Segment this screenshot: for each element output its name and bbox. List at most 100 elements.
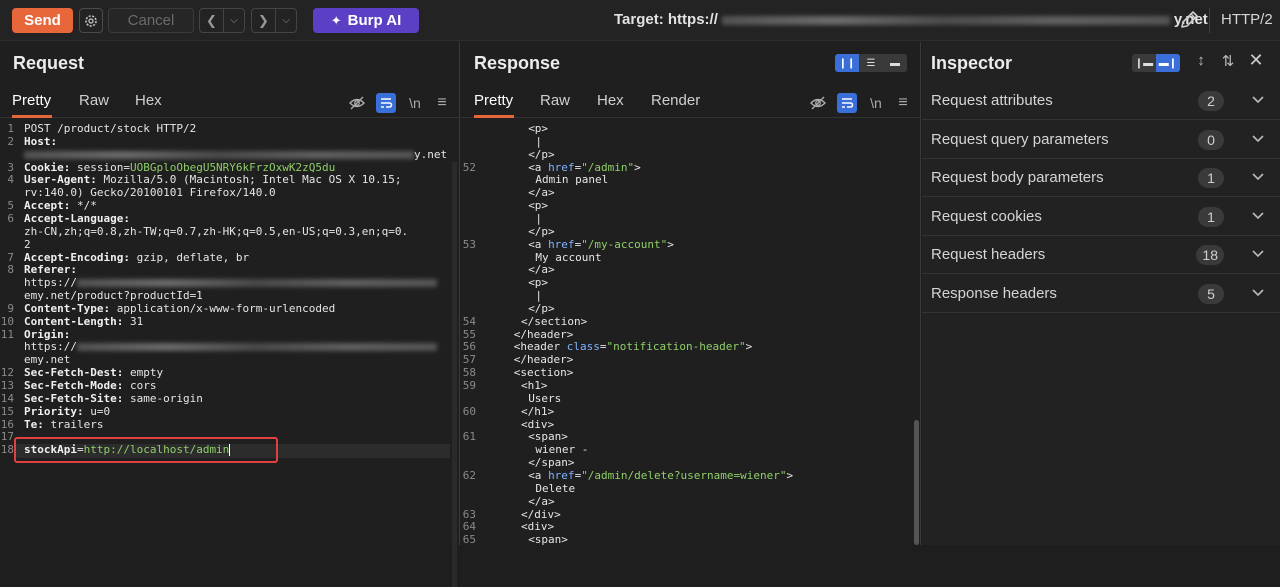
- line-number: 53: [461, 239, 476, 252]
- line-number: 9: [0, 303, 14, 316]
- line-number: 14: [0, 393, 14, 406]
- response-tab-render[interactable]: Render: [651, 92, 700, 118]
- section-label: Request body parameters: [931, 169, 1104, 186]
- show-newlines-toggle[interactable]: \n: [405, 93, 425, 113]
- inspector-layout-left-icon[interactable]: ❙▬: [1132, 54, 1156, 72]
- hide-nonprintable-eye-off-icon[interactable]: [808, 93, 828, 113]
- html-attribute-value: "/admin/delete?username=wiener": [581, 469, 786, 482]
- header-name: Content-Type:: [24, 302, 110, 315]
- header-name: Cookie:: [24, 161, 70, 174]
- close-inspector-icon[interactable]: ✕: [1246, 50, 1266, 70]
- inspector-section-request-attributes[interactable]: Request attributes2: [922, 82, 1280, 120]
- header-value: 31: [123, 315, 143, 328]
- back-arrow-icon[interactable]: ❮: [200, 9, 224, 32]
- line-number: 59: [461, 380, 476, 393]
- chevron-down-icon[interactable]: [1250, 168, 1266, 184]
- chevron-down-icon[interactable]: [1250, 207, 1266, 223]
- header-value: emy.net/product?productId=1: [24, 289, 203, 302]
- request-tab-hex[interactable]: Hex: [135, 92, 162, 118]
- html-token: Admin panel: [535, 173, 608, 186]
- inspector-section-request-query-parameters[interactable]: Request query parameters0: [922, 121, 1280, 159]
- protocol-selector[interactable]: HTTP/2: [1221, 11, 1273, 28]
- wrap-lines-icon[interactable]: [376, 93, 396, 113]
- html-attribute-value: "notification-header": [607, 340, 746, 353]
- html-token: |: [535, 289, 542, 302]
- menu-icon[interactable]: ≡: [893, 93, 913, 113]
- cancel-button[interactable]: Cancel: [108, 8, 194, 33]
- section-count-badge: 1: [1198, 207, 1224, 227]
- line-number: 11: [0, 329, 14, 342]
- layout-tabs-icon[interactable]: ▬: [883, 54, 907, 72]
- request-editor[interactable]: 1POST /product/stock HTTP/22Host:y.net3C…: [0, 120, 459, 545]
- header-value: https://: [24, 276, 77, 289]
- inspector-layout-right-icon[interactable]: ▬❙: [1156, 54, 1180, 72]
- section-count-badge: 0: [1198, 130, 1224, 150]
- chevron-down-icon[interactable]: [1250, 284, 1266, 300]
- response-tab-hex[interactable]: Hex: [597, 92, 624, 118]
- expand-all-icon[interactable]: ↕: [1191, 52, 1211, 72]
- stockapi-highlight-box: [14, 437, 278, 463]
- chevron-down-icon[interactable]: [1250, 130, 1266, 146]
- wrap-lines-icon[interactable]: [837, 93, 857, 113]
- line-number: 62: [461, 470, 476, 483]
- request-line: Te: trailers: [24, 419, 103, 432]
- header-name: User-Agent:: [24, 173, 97, 186]
- response-tab-pretty[interactable]: Pretty: [474, 92, 514, 118]
- menu-icon[interactable]: ≡: [432, 93, 452, 113]
- line-number: 1: [0, 123, 14, 136]
- history-back-group: ❮ ⌵: [199, 8, 245, 33]
- html-tag-end: >: [667, 238, 674, 251]
- html-token: <a: [528, 469, 541, 482]
- forward-arrow-icon[interactable]: ❯: [252, 9, 276, 32]
- line-number: 6: [0, 213, 14, 226]
- redacted-text: [77, 279, 437, 287]
- html-token: <h1>: [521, 379, 548, 392]
- html-token: <section>: [514, 366, 574, 379]
- hide-nonprintable-eye-off-icon[interactable]: [347, 93, 367, 113]
- inspector-section-request-headers[interactable]: Request headers18: [922, 236, 1280, 274]
- response-scrollbar-thumb[interactable]: [914, 420, 919, 545]
- request-tab-pretty[interactable]: Pretty: [12, 92, 52, 118]
- redacted-host: [722, 16, 1170, 25]
- header-value: rv:140.0) Gecko/20100101 Firefox/140.0: [24, 186, 276, 199]
- header-name: Sec-Fetch-Mode:: [24, 379, 123, 392]
- target-url[interactable]: Target: https://y.net: [614, 11, 1208, 28]
- section-count-badge: 1: [1198, 168, 1224, 188]
- html-token: <header: [514, 340, 560, 353]
- response-viewer[interactable]: <p>|</p>52<a href="/admin">Admin panel</…: [461, 120, 920, 545]
- html-token: My account: [535, 251, 601, 264]
- line-number: 18: [0, 444, 14, 457]
- response-tab-raw[interactable]: Raw: [540, 92, 570, 118]
- html-token: </a>: [528, 186, 555, 199]
- line-number: 61: [461, 431, 476, 444]
- request-tab-raw[interactable]: Raw: [79, 92, 109, 118]
- layout-split-vertical-icon[interactable]: ❙❙: [835, 54, 859, 72]
- chevron-down-icon[interactable]: [1250, 91, 1266, 107]
- edit-target-pencil-icon[interactable]: [1178, 9, 1200, 31]
- html-attribute-value: "/admin": [581, 161, 634, 174]
- section-count-badge: 2: [1198, 91, 1224, 111]
- html-token: |: [535, 212, 542, 225]
- send-button[interactable]: Send: [12, 8, 73, 33]
- history-forward-group: ❯ ⌵: [251, 8, 297, 33]
- settings-gear-icon[interactable]: [79, 8, 103, 33]
- chevron-down-icon[interactable]: [1250, 245, 1266, 261]
- header-value: trailers: [44, 418, 104, 431]
- show-newlines-toggle[interactable]: \n: [866, 93, 886, 113]
- layout-split-horizontal-icon[interactable]: ☰: [859, 54, 883, 72]
- redacted-text: [77, 343, 437, 351]
- sparkle-icon: ✦: [331, 13, 342, 29]
- request-title: Request: [13, 53, 84, 74]
- inspector-section-request-body-parameters[interactable]: Request body parameters 1: [922, 159, 1280, 197]
- html-token: <span>: [528, 533, 568, 545]
- inspector-section-response-headers[interactable]: Response headers5: [922, 275, 1280, 313]
- inspector-section-request-cookies[interactable]: Request cookies1: [922, 198, 1280, 236]
- collapse-all-icon[interactable]: ⇅: [1218, 52, 1238, 72]
- forward-dropdown-chevron-icon[interactable]: ⌵: [276, 9, 296, 32]
- back-dropdown-chevron-icon[interactable]: ⌵: [224, 9, 244, 32]
- line-number: 4: [0, 174, 14, 187]
- burp-ai-button[interactable]: ✦ Burp AI: [313, 8, 419, 33]
- html-token: wiener -: [535, 443, 588, 456]
- header-name: Accept-Encoding:: [24, 251, 130, 264]
- inspector-pane: Inspector ❙▬ ▬❙ ↕ ⇅ ✕ Request attributes…: [922, 42, 1280, 545]
